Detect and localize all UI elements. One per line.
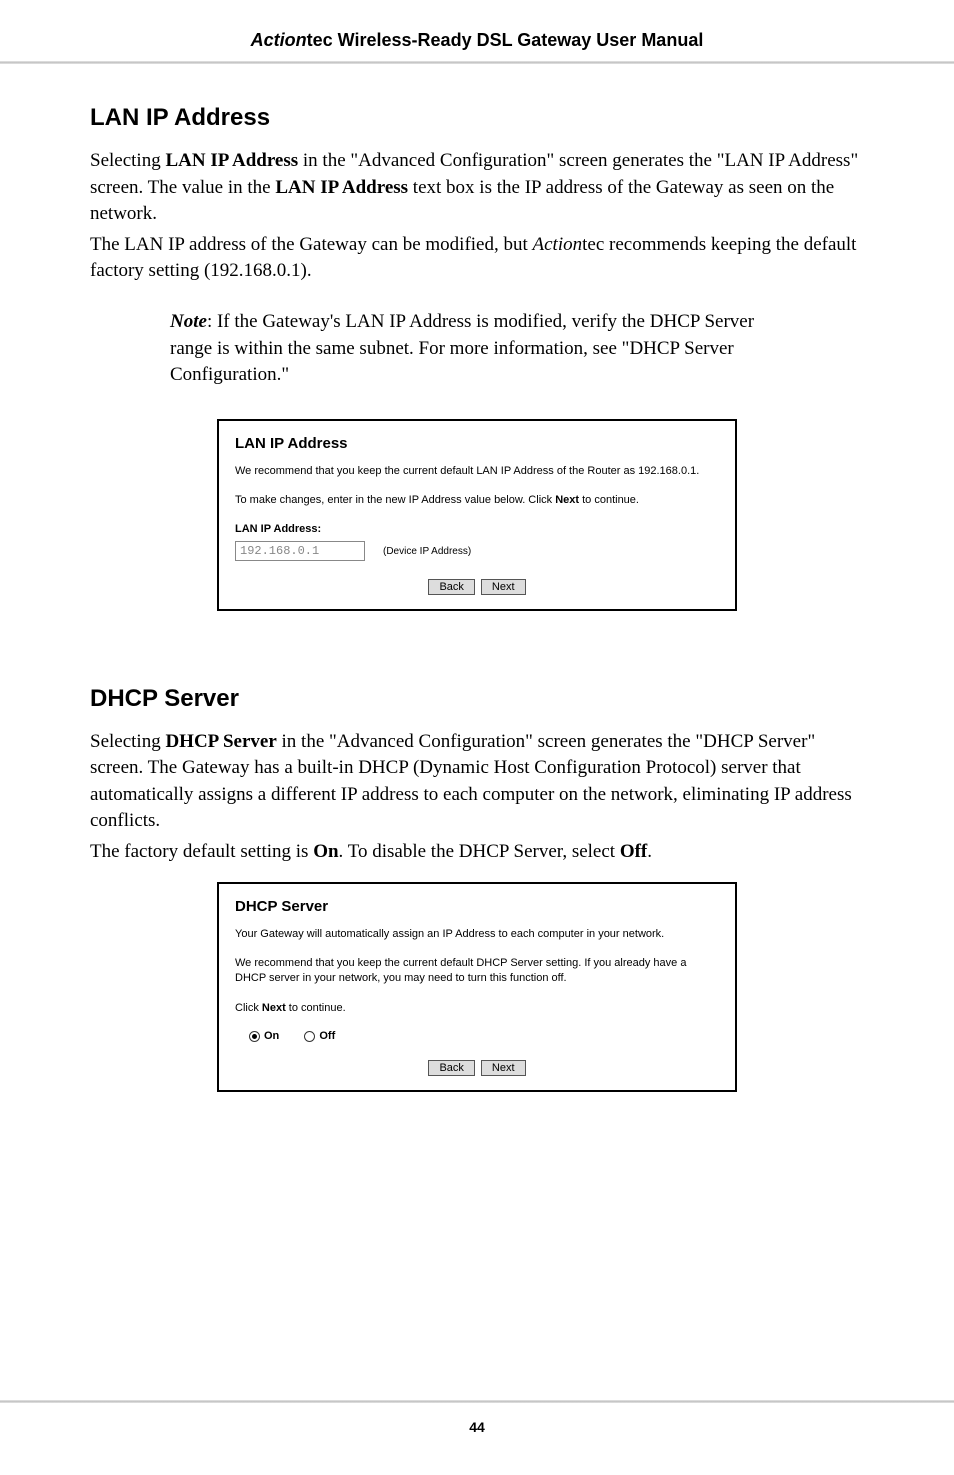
dhcp-screenshot: DHCP Server Your Gateway will automatica… [217,882,737,1093]
section2-p2: The factory default setting is On. To di… [90,839,864,866]
note-block: Note: If the Gateway's LAN IP Address is… [90,289,864,409]
page-number: 44 [0,1419,954,1435]
screenshot1-buttons: Back Next [235,579,719,595]
radio-off-icon [304,1031,315,1042]
ip-input-note: (Device IP Address) [383,546,471,557]
lan-ip-input[interactable]: 192.168.0.1 [235,541,365,561]
screenshot2-buttons: Back Next [235,1060,719,1076]
screenshot2-p1: Your Gateway will automatically assign a… [235,927,719,942]
screenshot1-title: LAN IP Address [235,435,719,452]
header-title: Wireless-Ready DSL Gateway User Manual [333,30,704,50]
screenshot1-p2: To make changes, enter in the new IP Add… [235,493,719,508]
screenshot2-title: DHCP Server [235,898,719,915]
ip-input-row: 192.168.0.1 (Device IP Address) [235,541,719,561]
screenshot1-label: LAN IP Address: [235,523,719,535]
footer-divider [0,1400,954,1403]
next-button[interactable]: Next [481,579,526,595]
radio-on[interactable]: On [249,1030,279,1042]
brand-italic: Action [251,30,307,50]
section1-heading: LAN IP Address [90,104,864,132]
radio-on-icon [249,1031,260,1042]
section1-p1: Selecting LAN IP Address in the "Advance… [90,148,864,228]
radio-row: On Off [249,1030,719,1042]
back-button[interactable]: Back [428,579,474,595]
next-button-2[interactable]: Next [481,1060,526,1076]
lan-ip-screenshot: LAN IP Address We recommend that you kee… [217,419,737,611]
section2-heading: DHCP Server [90,685,864,713]
screenshot1-p1: We recommend that you keep the current d… [235,464,719,479]
radio-off[interactable]: Off [304,1030,335,1042]
section2-p1: Selecting DHCP Server in the "Advanced C… [90,729,864,835]
screenshot2-p2: We recommend that you keep the current d… [235,956,719,987]
screenshot2-p3: Click Next to continue. [235,1001,719,1016]
back-button-2[interactable]: Back [428,1060,474,1076]
page-footer: 44 [0,1400,954,1435]
brand-rest: tec [307,30,333,50]
section1-p2: The LAN IP address of the Gateway can be… [90,232,864,285]
page-content: LAN IP Address Selecting LAN IP Address … [0,64,954,1092]
page-header: Actiontec Wireless-Ready DSL Gateway Use… [0,0,954,61]
